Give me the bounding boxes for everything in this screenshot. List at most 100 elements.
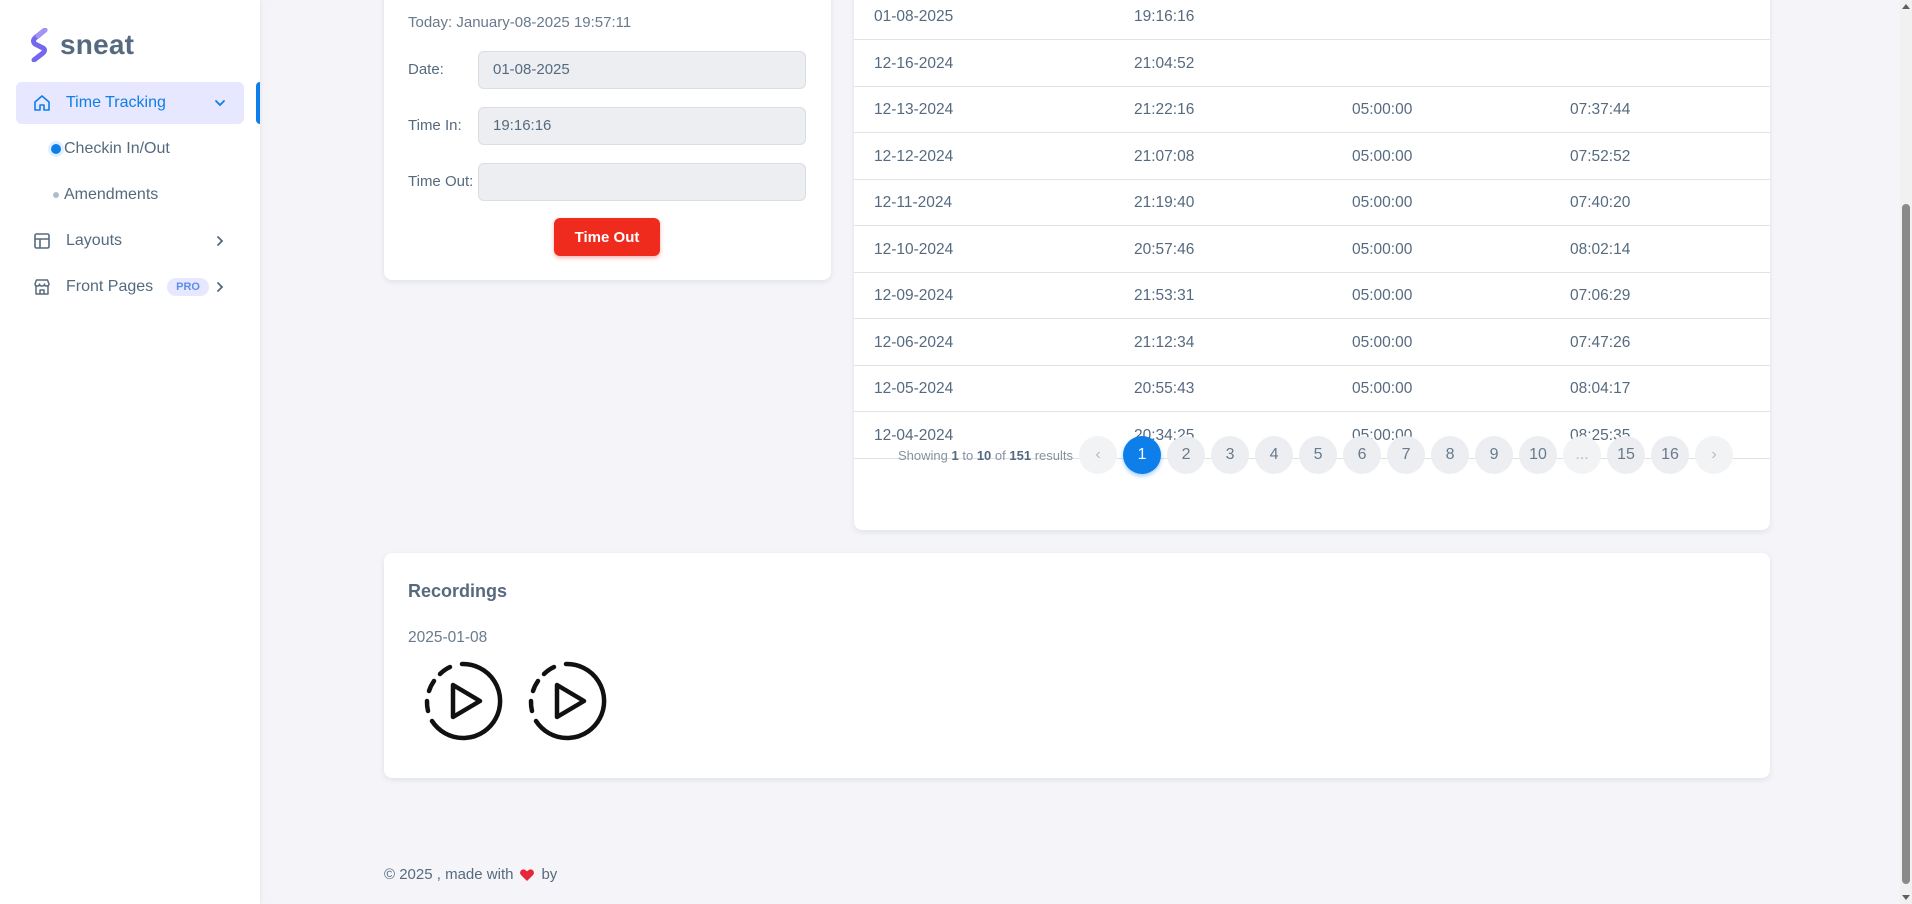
- total-cell: 07:40:20: [1570, 194, 1631, 211]
- chevron-right-icon: [217, 282, 224, 292]
- pagination-page-button[interactable]: 16: [1651, 436, 1690, 474]
- results-text: results: [1034, 447, 1074, 463]
- date-cell: 12-13-2024: [874, 101, 954, 118]
- checkin-card: Today: January-08-2025 19:57:11 Date: 01…: [384, 0, 831, 280]
- time-in-cell: 21:53:31: [1134, 287, 1195, 304]
- scroll-up-icon[interactable]: [1902, 2, 1910, 10]
- time-out-cell: 05:00:00: [1352, 334, 1413, 351]
- time-out-cell: 05:00:00: [1352, 101, 1413, 118]
- date-cell: 12-06-2024: [874, 334, 954, 351]
- sidebar-item-label: Checkin In/Out: [64, 140, 170, 157]
- layout-icon: [32, 231, 52, 251]
- pagination-page-button[interactable]: 5: [1299, 436, 1338, 474]
- table-row: 12-13-2024 21:22:16 05:00:00 07:37:44: [854, 86, 1770, 133]
- recordings-card: Recordings 2025-01-08: [384, 553, 1770, 778]
- table-row: 12-06-2024 21:12:34 05:00:00 07:47:26: [854, 319, 1770, 366]
- footer-by: by: [541, 866, 558, 883]
- bullet-icon: [51, 144, 61, 154]
- total-cell: 07:47:26: [1570, 334, 1631, 351]
- sidebar-item-label: Time Tracking: [66, 94, 166, 111]
- range-from: 1: [951, 447, 959, 463]
- today-datetime: Today: January-08-2025 19:57:11: [408, 14, 632, 31]
- pagination-page-button[interactable]: 7: [1387, 436, 1426, 474]
- of-text: of: [994, 447, 1006, 463]
- recordings-date: 2025-01-08: [408, 629, 488, 646]
- sidebar-item-label: Layouts: [66, 232, 123, 249]
- time-out-cell: 05:00:00: [1352, 380, 1413, 397]
- brand[interactable]: sneat: [30, 28, 134, 62]
- heart-icon: [520, 868, 535, 881]
- page-scrollbar[interactable]: [1900, 0, 1912, 904]
- brand-name: sneat: [60, 29, 135, 60]
- time-in-label: Time In:: [408, 117, 462, 134]
- attendance-table-card: 01-08-2025 19:16:16 12-16-2024 21:04:52 12-1…: [854, 0, 1770, 530]
- range-to: 10: [976, 447, 992, 463]
- pagination: Showing 1 to 10 of 151 results ‹ 1234567…: [898, 435, 1734, 475]
- to-text: to: [962, 447, 974, 463]
- total-cell: 07:06:29: [1570, 287, 1631, 304]
- footer-copyright: © 2025 , made with: [384, 866, 514, 883]
- time-in-cell: 21:19:40: [1134, 194, 1195, 211]
- pagination-page-button[interactable]: 2: [1167, 436, 1206, 474]
- table-row: 12-11-2024 21:19:40 05:00:00 07:40:20: [854, 179, 1770, 226]
- table-row: 12-12-2024 21:07:08 05:00:00 07:52:52: [854, 133, 1770, 180]
- play-circle-icon[interactable]: [524, 659, 608, 743]
- store-icon: [32, 277, 52, 297]
- sidebar: sneat Time Tracking Checkin In/Out Amend…: [0, 0, 260, 904]
- date-cell: 12-09-2024: [874, 287, 954, 304]
- menu-active-indicator: [256, 82, 260, 124]
- showing-text: Showing: [898, 447, 948, 463]
- home-icon: [32, 93, 52, 113]
- sidebar-item-amendments[interactable]: Amendments: [16, 175, 244, 215]
- total-cell: 08:04:17: [1570, 380, 1631, 397]
- time-out-cell: 05:00:00: [1352, 148, 1413, 165]
- table-row: 01-08-2025 19:16:16: [854, 0, 1770, 40]
- total-results: 151: [1009, 447, 1032, 463]
- pagination-page-button[interactable]: 6: [1343, 436, 1382, 474]
- time-in-field[interactable]: 19:16:16: [478, 107, 806, 145]
- chevron-right-icon: [217, 236, 224, 246]
- table-row: 12-05-2024 20:55:43 05:00:00 08:04:17: [854, 365, 1770, 412]
- pagination-prev-button[interactable]: ‹: [1079, 436, 1118, 474]
- sidebar-item-label: Amendments: [64, 186, 159, 203]
- footer: © 2025 , made with by: [384, 866, 557, 883]
- date-cell: 12-12-2024: [874, 148, 954, 165]
- date-cell: 12-16-2024: [874, 55, 954, 72]
- bullet-icon: [53, 192, 59, 198]
- date-label: Date:: [408, 61, 444, 78]
- time-out-cell: 05:00:00: [1352, 287, 1413, 304]
- recordings-title: Recordings: [408, 581, 508, 601]
- time-out-button[interactable]: Time Out: [554, 218, 660, 256]
- date-field[interactable]: 01-08-2025: [478, 51, 806, 89]
- pagination-page-button[interactable]: 8: [1431, 436, 1470, 474]
- pagination-summary: Showing 1 to 10 of 151 results: [898, 448, 1073, 463]
- date-cell: 12-11-2024: [874, 194, 953, 211]
- pagination-next-button[interactable]: ›: [1695, 436, 1734, 474]
- pagination-page-button[interactable]: 15: [1607, 436, 1646, 474]
- pro-badge: PRO: [167, 278, 209, 296]
- pagination-page-button[interactable]: 3: [1211, 436, 1250, 474]
- time-in-cell: 21:04:52: [1134, 55, 1195, 72]
- time-in-cell: 21:12:34: [1134, 334, 1195, 351]
- scroll-down-icon[interactable]: [1902, 894, 1910, 902]
- pagination-page-button[interactable]: 1: [1123, 436, 1162, 474]
- time-out-field[interactable]: [478, 163, 806, 201]
- pagination-ellipsis: ...: [1563, 436, 1602, 474]
- pagination-page-button[interactable]: 10: [1519, 436, 1558, 474]
- time-in-cell: 21:22:16: [1134, 101, 1195, 118]
- pagination-page-button[interactable]: 9: [1475, 436, 1514, 474]
- scrollbar-thumb[interactable]: [1902, 204, 1910, 884]
- play-circle-icon[interactable]: [420, 659, 504, 743]
- sidebar-item-checkin[interactable]: Checkin In/Out: [16, 129, 244, 169]
- time-in-cell: 20:55:43: [1134, 380, 1195, 397]
- sidebar-item-front-pages[interactable]: Front Pages PRO: [16, 266, 244, 308]
- pagination-page-button[interactable]: 4: [1255, 436, 1294, 474]
- sidebar-item-label: Front Pages: [66, 278, 154, 295]
- time-out-cell: 05:00:00: [1352, 194, 1413, 211]
- total-cell: 07:37:44: [1570, 101, 1631, 118]
- sidebar-item-layouts[interactable]: Layouts: [16, 220, 244, 262]
- time-in-cell: 21:07:08: [1134, 148, 1195, 165]
- chevron-down-icon: [215, 100, 225, 107]
- sidebar-item-time-tracking[interactable]: Time Tracking: [16, 82, 244, 124]
- table-row: 12-10-2024 20:57:46 05:00:00 08:02:14: [854, 226, 1770, 273]
